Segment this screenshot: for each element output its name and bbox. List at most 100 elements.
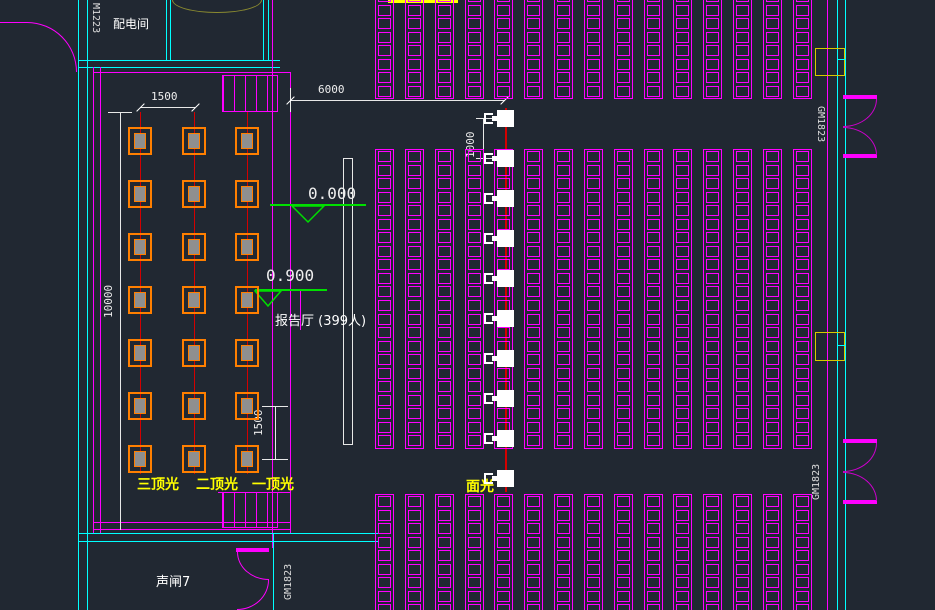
seat-strip-rear [703, 494, 722, 610]
seat [497, 591, 510, 602]
seat [766, 18, 779, 29]
seat [647, 395, 660, 406]
seat [647, 496, 660, 507]
stage-light-fixture [235, 233, 259, 261]
seat [557, 165, 570, 176]
seat [527, 550, 540, 561]
seat [497, 32, 510, 43]
stage-light-lens [134, 133, 146, 149]
seat [617, 86, 630, 97]
seat [557, 232, 570, 243]
seat [796, 286, 809, 297]
seat [766, 577, 779, 588]
seat [378, 510, 391, 521]
seat [736, 273, 749, 284]
seat [438, 5, 451, 16]
seat [617, 368, 630, 379]
seat [527, 72, 540, 83]
seat [736, 192, 749, 203]
seat [468, 395, 481, 406]
seat [378, 422, 391, 433]
seat [468, 86, 481, 97]
seat [676, 341, 689, 352]
seat [706, 381, 719, 392]
face-light-body [498, 231, 513, 246]
seat [706, 192, 719, 203]
seat [557, 286, 570, 297]
seat [647, 577, 660, 588]
seat [676, 72, 689, 83]
seat [408, 273, 421, 284]
seat [676, 18, 689, 29]
wall-line [78, 0, 79, 610]
seat [766, 422, 779, 433]
dim-line [275, 406, 276, 459]
seat [736, 72, 749, 83]
seat [766, 219, 779, 230]
face-light-body [498, 391, 513, 406]
seat [408, 86, 421, 97]
seat [706, 59, 719, 70]
wall-line [166, 0, 167, 60]
seat [527, 86, 540, 97]
seat [647, 510, 660, 521]
seat [587, 327, 600, 338]
seat [587, 435, 600, 446]
seat [557, 564, 570, 575]
seat [647, 300, 660, 311]
seat [527, 192, 540, 203]
seat [647, 59, 660, 70]
seat [587, 32, 600, 43]
face-light-body [498, 111, 513, 126]
seat [676, 0, 689, 2]
seat [676, 496, 689, 507]
seat [497, 259, 510, 270]
cad-canvas[interactable]: 1500 6000 1000 10000 1500 0.000 0.900 配电… [0, 0, 935, 610]
seat [527, 395, 540, 406]
seat [676, 422, 689, 433]
seat [408, 300, 421, 311]
seat [438, 368, 451, 379]
seat [796, 591, 809, 602]
seat-strip-rear [763, 494, 782, 610]
seat [676, 537, 689, 548]
seat [438, 591, 451, 602]
seat [438, 395, 451, 406]
seat [706, 86, 719, 97]
seat [587, 45, 600, 56]
seat [736, 232, 749, 243]
seat [766, 537, 779, 548]
seat [617, 32, 630, 43]
seat [497, 564, 510, 575]
seat [647, 45, 660, 56]
seat [706, 219, 719, 230]
face-light-body [498, 431, 513, 446]
seat [497, 59, 510, 70]
seat [796, 422, 809, 433]
seat [676, 32, 689, 43]
seat [706, 178, 719, 189]
seat [796, 151, 809, 162]
seat-strip-balcony [703, 0, 722, 99]
seat [497, 286, 510, 297]
seat [557, 550, 570, 561]
seat [736, 32, 749, 43]
seat [647, 151, 660, 162]
seat [706, 232, 719, 243]
seat [706, 577, 719, 588]
seat [736, 341, 749, 352]
stage-light-lens [134, 398, 146, 414]
seat-strip-balcony [793, 0, 812, 99]
seat [497, 550, 510, 561]
seat [438, 408, 451, 419]
seat-strip-rear [793, 494, 812, 610]
seat [557, 577, 570, 588]
seat [796, 523, 809, 534]
face-light-body [498, 311, 513, 326]
seat-strip-main [375, 149, 394, 449]
seat [438, 192, 451, 203]
seat [736, 178, 749, 189]
seat [766, 45, 779, 56]
face-light-yoke [492, 236, 497, 241]
seat [378, 246, 391, 257]
